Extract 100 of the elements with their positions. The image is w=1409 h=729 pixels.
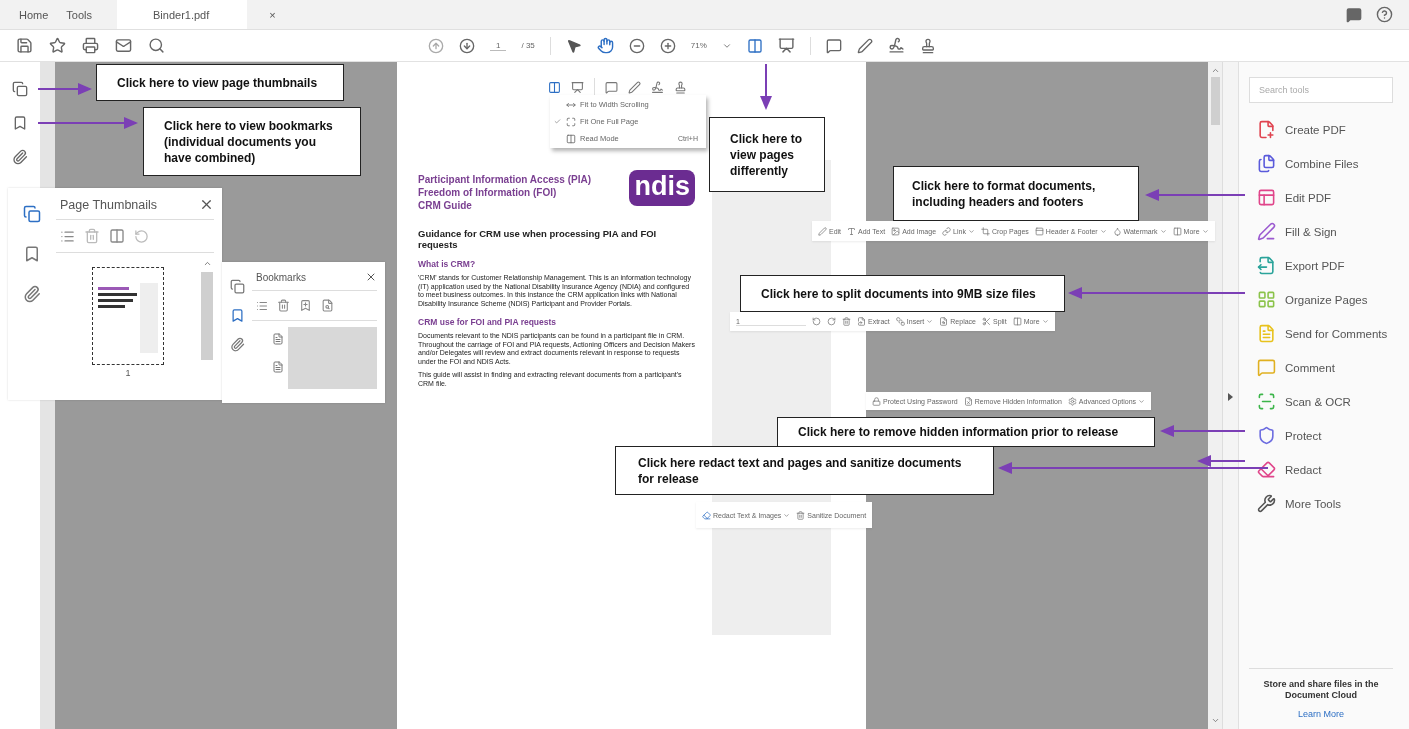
panel-title: Bookmarks bbox=[256, 271, 306, 283]
pages-icon[interactable] bbox=[12, 81, 28, 97]
tool-item[interactable]: Edit PDF bbox=[1257, 187, 1393, 208]
tool-item[interactable]: Scan & OCR bbox=[1257, 391, 1393, 412]
bookmark-icon[interactable] bbox=[229, 308, 245, 323]
file-icon bbox=[963, 396, 973, 406]
scroll-up-icon[interactable] bbox=[1210, 66, 1220, 75]
tool-item[interactable]: Combine Files bbox=[1257, 153, 1393, 174]
image-icon bbox=[891, 226, 901, 236]
save-icon[interactable] bbox=[16, 37, 33, 54]
page-number: 1 bbox=[125, 368, 131, 378]
page-count: / 35 bbox=[521, 41, 535, 50]
droplet-icon bbox=[1112, 226, 1122, 236]
tool-item[interactable]: Organize Pages bbox=[1257, 289, 1393, 310]
tool-item[interactable]: More Tools bbox=[1257, 493, 1393, 514]
expand-icon[interactable] bbox=[1228, 392, 1233, 401]
scissors-icon bbox=[982, 317, 991, 326]
star-icon[interactable] bbox=[49, 37, 66, 54]
rotate-right-icon[interactable] bbox=[827, 317, 836, 326]
pen-icon bbox=[818, 226, 827, 236]
file-icon bbox=[939, 317, 949, 326]
print-icon[interactable] bbox=[82, 37, 99, 54]
tool-item[interactable]: Comment bbox=[1257, 357, 1393, 378]
bin-icon[interactable] bbox=[277, 299, 290, 312]
columns-icon bbox=[1172, 226, 1182, 236]
paperclip-icon[interactable] bbox=[23, 285, 41, 303]
close-tab-button[interactable]: × bbox=[269, 8, 276, 21]
scrollbar-thumb[interactable] bbox=[1210, 77, 1220, 125]
bookmark-icon[interactable] bbox=[12, 115, 28, 131]
pointer-icon[interactable] bbox=[565, 37, 582, 54]
signature-icon[interactable] bbox=[887, 37, 905, 54]
file-icon bbox=[857, 317, 866, 326]
pages-icon[interactable] bbox=[23, 205, 41, 223]
arrow-down-icon[interactable] bbox=[459, 37, 475, 54]
document-title: CRM Guide bbox=[418, 200, 473, 211]
pages-icon bbox=[895, 317, 905, 326]
bookmark-item-icon[interactable] bbox=[272, 361, 284, 373]
lock-icon bbox=[872, 396, 881, 406]
eraser-icon bbox=[702, 510, 711, 520]
find-bookmark-icon[interactable] bbox=[321, 299, 334, 312]
callout: Click here to format documents, including headers and footers bbox=[893, 166, 1139, 221]
mail-icon[interactable] bbox=[115, 37, 132, 54]
fit-page-icon bbox=[566, 116, 576, 127]
scrollbar-thumb[interactable] bbox=[201, 272, 213, 360]
arrow-up-icon[interactable] bbox=[428, 37, 444, 54]
zoom-out-icon[interactable] bbox=[628, 37, 645, 54]
stamp-icon[interactable] bbox=[919, 37, 936, 54]
close-icon[interactable] bbox=[199, 197, 214, 212]
panel-title: Page Thumbnails bbox=[60, 197, 158, 212]
page-number-field[interactable]: 1 bbox=[490, 40, 507, 51]
pages-icon[interactable] bbox=[229, 279, 245, 294]
paperclip-icon[interactable] bbox=[229, 337, 245, 352]
scroll-up-icon[interactable] bbox=[202, 259, 212, 268]
callout: Click here to remove hidden information prior to release bbox=[777, 417, 1155, 447]
pen-icon[interactable] bbox=[628, 80, 641, 94]
page-view-icon[interactable] bbox=[746, 37, 763, 54]
options-icon[interactable] bbox=[60, 228, 75, 244]
tool-item[interactable]: Create PDF bbox=[1257, 119, 1393, 140]
scroll-down-icon[interactable] bbox=[1210, 716, 1220, 725]
comment-icon[interactable] bbox=[825, 37, 842, 54]
search-icon[interactable] bbox=[148, 37, 165, 54]
options-icon[interactable] bbox=[256, 299, 268, 312]
close-icon[interactable] bbox=[365, 271, 377, 283]
callout: Click here to view page thumbnails bbox=[96, 64, 344, 101]
comment-icon[interactable] bbox=[605, 80, 618, 94]
chat-icon[interactable] bbox=[1346, 6, 1362, 23]
tool-item[interactable]: Send for Comments bbox=[1257, 323, 1393, 344]
bin-icon[interactable] bbox=[842, 317, 851, 326]
subheading: CRM use for FOI and PIA requests bbox=[418, 317, 558, 327]
learn-more-link[interactable]: Learn More bbox=[1298, 709, 1344, 719]
stamp-icon[interactable] bbox=[674, 80, 687, 94]
tab[interactable]: Tools bbox=[57, 0, 102, 29]
zoom-in-icon[interactable] bbox=[659, 37, 676, 54]
signature-icon[interactable] bbox=[651, 80, 664, 94]
tool-item[interactable]: Redact bbox=[1257, 459, 1393, 480]
help-icon[interactable] bbox=[1376, 6, 1393, 23]
rotate-left-icon[interactable] bbox=[812, 317, 821, 326]
link-icon bbox=[942, 226, 952, 236]
bookmark-icon[interactable] bbox=[23, 245, 41, 263]
hand-icon[interactable] bbox=[596, 37, 614, 54]
page-view-icon[interactable] bbox=[548, 80, 561, 94]
document-title: Freedom of Information (FOI) bbox=[418, 187, 558, 198]
crop-icon bbox=[980, 226, 990, 236]
presentation-icon[interactable] bbox=[777, 37, 795, 54]
zoom-dropdown[interactable]: 71% bbox=[690, 41, 707, 50]
tab[interactable]: Home bbox=[10, 0, 58, 29]
paperclip-icon[interactable] bbox=[12, 149, 28, 165]
tool-item[interactable]: Protect bbox=[1257, 425, 1393, 446]
add-bookmark-icon[interactable] bbox=[299, 299, 312, 312]
columns-icon bbox=[1012, 317, 1022, 326]
page-thumbnail[interactable] bbox=[92, 267, 164, 365]
pen-icon[interactable] bbox=[856, 37, 873, 54]
read-mode-icon bbox=[566, 133, 576, 144]
bookmark-item-icon[interactable] bbox=[272, 333, 284, 345]
presentation-icon[interactable] bbox=[571, 80, 584, 94]
document-title: Participant Information Access (PIA) bbox=[418, 174, 591, 185]
insert-page-icon[interactable] bbox=[109, 228, 125, 244]
settings-icon bbox=[1067, 396, 1077, 406]
tool-item[interactable]: Fill & Sign bbox=[1257, 221, 1393, 242]
tool-item[interactable]: Export PDF bbox=[1257, 255, 1393, 276]
